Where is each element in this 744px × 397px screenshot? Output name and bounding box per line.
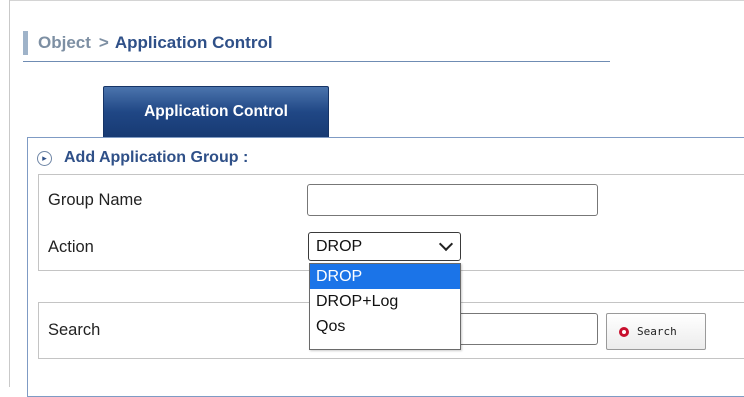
action-dropdown-list: DROP DROP+Log Qos [309, 263, 461, 350]
action-select-value: DROP [316, 237, 363, 255]
action-option-drop[interactable]: DROP [310, 264, 460, 289]
section-title: Add Application Group : [64, 149, 249, 166]
group-name-label: Group Name [48, 191, 143, 209]
tab-application-control[interactable]: Application Control [103, 86, 329, 137]
group-name-input[interactable] [307, 184, 598, 216]
breadcrumb-current: Application Control [114, 33, 273, 52]
red-circle-icon [619, 326, 629, 337]
search-button-label: Search [637, 325, 677, 338]
section-header: ▸ Add Application Group : [37, 149, 248, 167]
search-input[interactable] [460, 313, 598, 345]
action-select[interactable]: DROP [308, 232, 461, 261]
breadcrumb-root[interactable]: Object [38, 33, 91, 53]
circle-arrow-right-icon: ▸ [37, 150, 52, 166]
action-option-qos[interactable]: Qos [310, 314, 460, 339]
breadcrumb-separator: > [98, 33, 109, 52]
page-border-left [9, 0, 10, 387]
chevron-down-icon [438, 236, 454, 252]
breadcrumb-marker [23, 31, 28, 55]
page-border-top [9, 0, 744, 1]
action-label: Action [48, 238, 94, 256]
search-label: Search [48, 321, 101, 339]
breadcrumb: Object > Application Control [23, 29, 273, 57]
action-option-drop-log[interactable]: DROP+Log [310, 289, 460, 314]
search-button[interactable]: Search [606, 313, 706, 350]
breadcrumb-underline [23, 61, 610, 62]
